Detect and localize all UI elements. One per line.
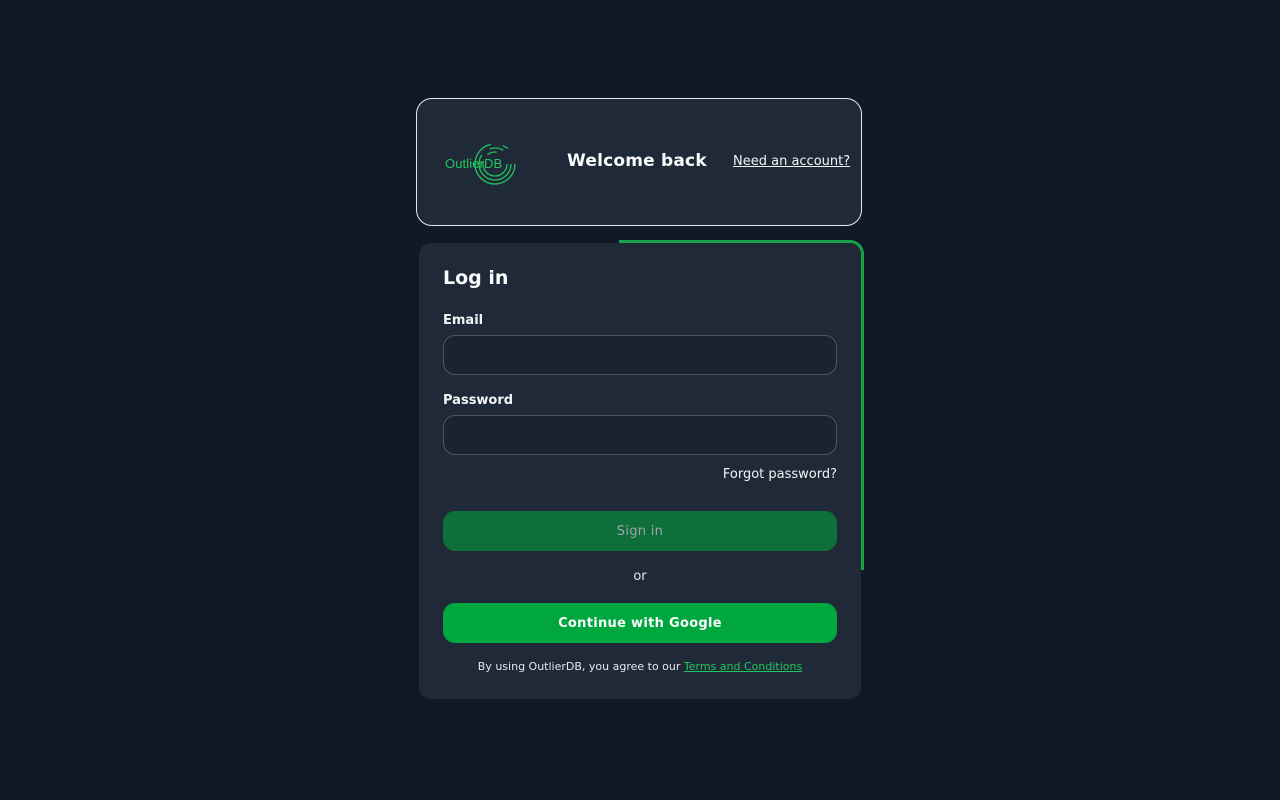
password-label: Password	[443, 393, 514, 408]
terms-and-conditions-link[interactable]: Terms and Conditions	[684, 660, 802, 673]
password-field[interactable]	[443, 415, 837, 455]
need-account-link[interactable]: Need an account?	[733, 154, 850, 169]
outlierdb-logo[interactable]: OutlierDB	[445, 141, 519, 187]
terms-prefix: By using OutlierDB, you agree to our	[477, 660, 684, 673]
login-title: Log in	[443, 267, 509, 289]
or-divider: or	[633, 569, 647, 584]
login-card: Log in Email Password Forgot password? S…	[419, 243, 861, 699]
logo-text: OutlierDB	[445, 156, 503, 171]
email-label: Email	[443, 313, 484, 328]
email-field[interactable]	[443, 335, 837, 375]
welcome-heading: Welcome back	[567, 151, 707, 171]
header-card: OutlierDB Welcome back Need an account?	[416, 98, 862, 226]
terms-notice: By using OutlierDB, you agree to our Ter…	[419, 660, 861, 673]
page: OutlierDB Welcome back Need an account? …	[0, 0, 1280, 800]
continue-with-google-button[interactable]: Continue with Google	[443, 603, 837, 643]
sign-in-button[interactable]: Sign in	[443, 511, 837, 551]
login-section: Log in Email Password Forgot password? S…	[419, 240, 864, 699]
forgot-password-link[interactable]: Forgot password?	[723, 467, 837, 482]
